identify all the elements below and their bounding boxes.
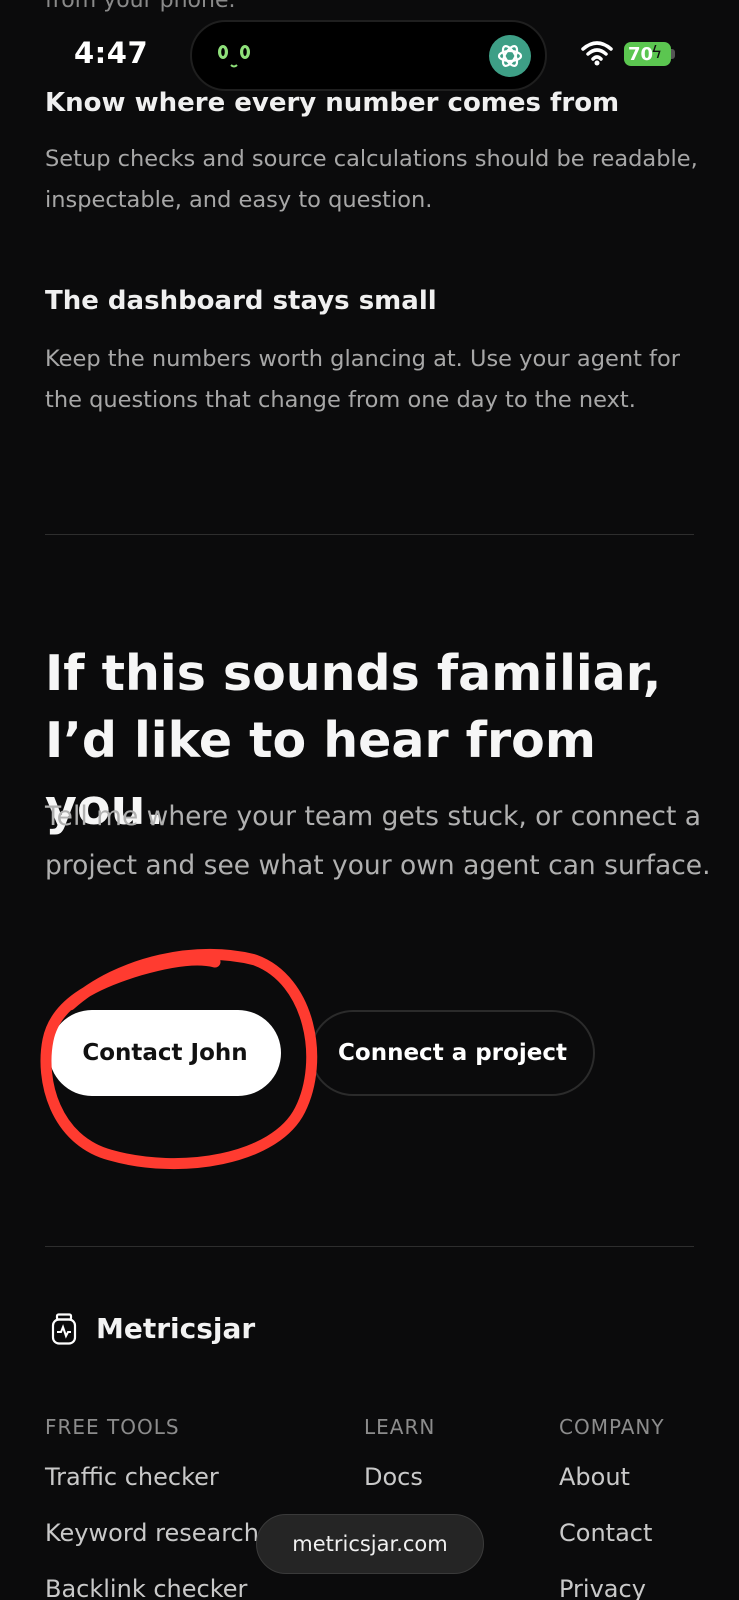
connect-project-button[interactable]: Connect a project: [310, 1010, 595, 1096]
jar-logo-icon: [51, 1312, 77, 1345]
previous-section-text: from your phone.: [45, 0, 236, 13]
footer-link-about[interactable]: About: [559, 1463, 630, 1491]
footer-heading-learn: LEARN: [364, 1415, 436, 1439]
contact-john-button[interactable]: Contact John: [49, 1010, 281, 1096]
browser-url-bar[interactable]: metricsjar.com: [256, 1514, 484, 1574]
footer-link-traffic-checker[interactable]: Traffic checker: [45, 1463, 219, 1491]
chatgpt-icon: [489, 35, 531, 77]
footer-link-keyword-research[interactable]: Keyword research: [45, 1519, 259, 1547]
footer-heading-company: COMPANY: [559, 1415, 665, 1439]
footer-brand[interactable]: Metricsjar: [50, 1312, 255, 1345]
cat-icon: [218, 45, 250, 68]
section-title-sources: Know where every number comes from: [45, 88, 620, 118]
footer-link-backlink-checker[interactable]: Backlink checker: [45, 1575, 247, 1600]
battery-tip: [671, 49, 675, 59]
footer-divider: [45, 1246, 694, 1247]
footer-link-docs[interactable]: Docs: [364, 1463, 423, 1491]
section-title-dashboard: The dashboard stays small: [45, 286, 437, 316]
battery-level: 70: [628, 43, 654, 65]
footer-heading-free-tools: FREE TOOLS: [45, 1415, 180, 1439]
charging-bolt-icon: ϟ: [651, 43, 663, 63]
footer-link-privacy[interactable]: Privacy: [559, 1575, 646, 1600]
wifi-icon: [581, 41, 613, 66]
cta-lead: Tell me where your team gets stuck, or c…: [45, 801, 711, 881]
footer-link-contact[interactable]: Contact: [559, 1519, 652, 1547]
dynamic-island: [190, 20, 547, 91]
divider: [45, 534, 694, 535]
section-body-dashboard: Keep the numbers worth glancing at. Use …: [45, 346, 680, 413]
url-text: metricsjar.com: [292, 1532, 448, 1556]
cta-headline-line-1: If this sounds familiar,: [45, 645, 662, 702]
brand-name: Metricsjar: [96, 1312, 256, 1345]
battery-indicator: 70: [624, 42, 671, 66]
section-body-sources: Setup checks and source calculations sho…: [45, 146, 698, 213]
status-time: 4:47: [74, 36, 149, 70]
